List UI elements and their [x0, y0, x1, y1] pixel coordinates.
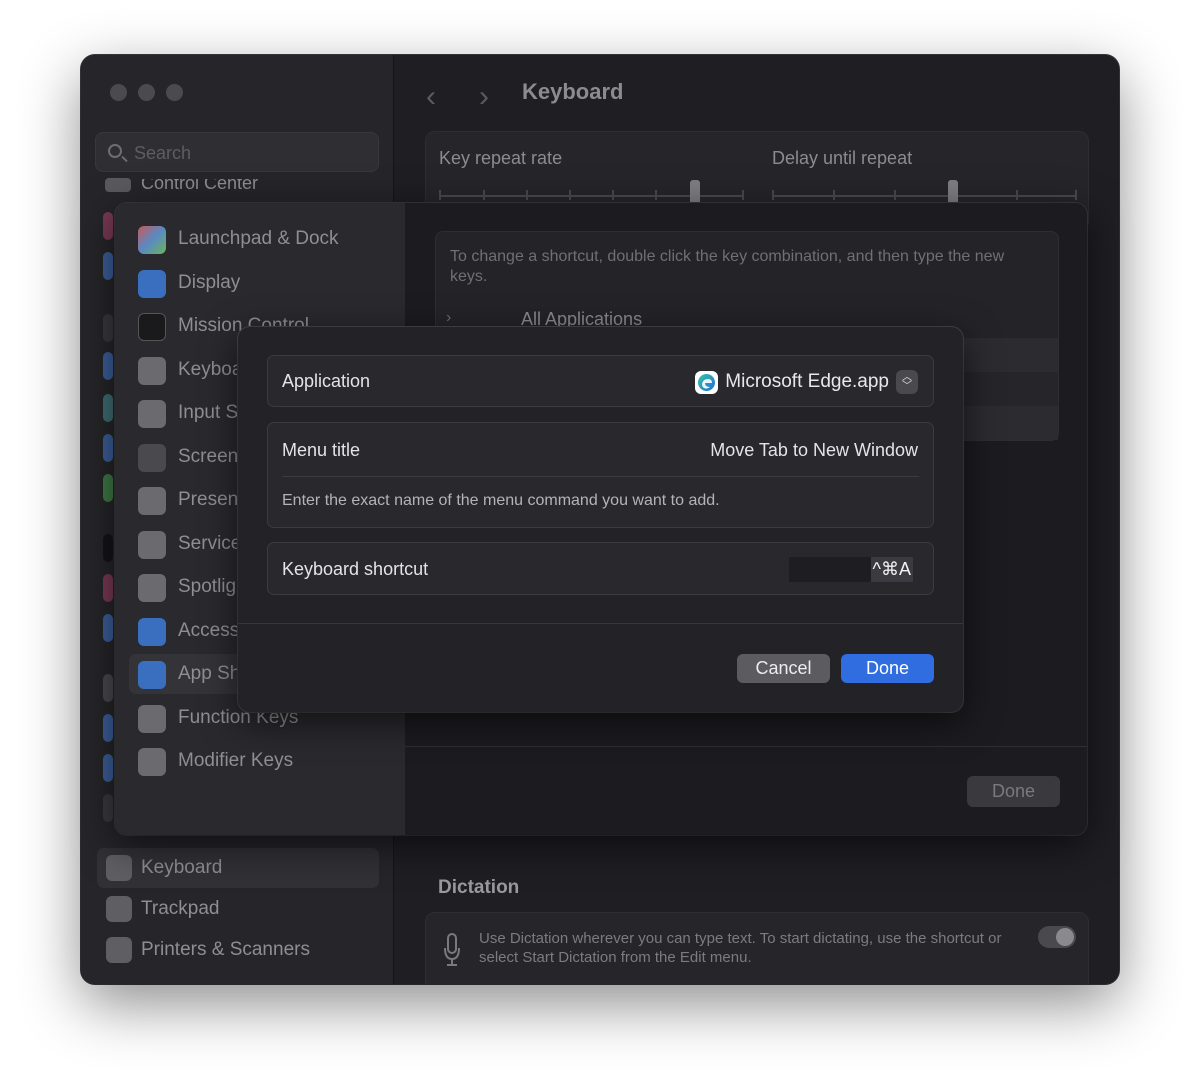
key-repeat-label: Key repeat rate — [439, 148, 563, 168]
application-value: Microsoft Edge.app — [725, 371, 889, 392]
key-repeat-knob[interactable] — [690, 180, 700, 204]
sidebar-icon-strip — [103, 754, 113, 782]
sidebar-icon-strip — [103, 394, 113, 422]
dictation-panel: Use Dictation wherever you can type text… — [425, 912, 1089, 984]
add-shortcut-dialog: Application Microsoft Edge.app ︿ ﹀ Menu … — [238, 327, 963, 712]
chevron-updown-icon[interactable]: ︿ ﹀ — [896, 370, 918, 394]
keyboard-icon — [106, 855, 132, 881]
keyboard-icon — [138, 357, 166, 385]
input-sources-icon — [138, 400, 166, 428]
sheet-item-modifier-keys[interactable]: Modifier Keys — [129, 741, 399, 781]
menu-title-label: Menu title — [282, 440, 361, 460]
application-field: Application Microsoft Edge.app ︿ ﹀ — [267, 355, 934, 407]
menu-title-field[interactable]: Menu title Move Tab to New Window Enter … — [267, 422, 934, 528]
app-shortcuts-icon — [138, 661, 166, 689]
sidebar-icon-strip — [103, 314, 113, 342]
minimize-button[interactable] — [138, 84, 155, 101]
presenter-icon — [138, 487, 166, 515]
modifier-keys-icon — [138, 748, 166, 776]
sidebar-icon-strip — [103, 212, 113, 240]
keyboard-shortcut-field: Keyboard shortcut ^⌘A — [267, 542, 934, 595]
printer-icon — [106, 937, 132, 963]
delay-repeat-slider[interactable] — [772, 195, 1077, 197]
divider — [405, 746, 1087, 747]
sidebar-item-keyboard[interactable]: Keyboard — [97, 848, 379, 888]
done-button[interactable]: Done — [841, 654, 934, 683]
search-icon — [108, 144, 122, 158]
display-icon — [138, 270, 166, 298]
chevron-right-icon[interactable]: › — [446, 309, 451, 327]
sheet-item-launchpad-dock[interactable]: Launchpad & Dock — [129, 219, 399, 259]
sidebar-item-label: Printers & Scanners — [141, 939, 310, 960]
screenshot-icon — [138, 444, 166, 472]
delay-repeat-knob[interactable] — [948, 180, 958, 204]
sidebar-icon-strip — [103, 252, 113, 280]
delay-repeat-label: Delay until repeat — [772, 148, 913, 168]
sidebar-item-label: Keyboard — [141, 857, 223, 878]
sidebar-icon-strip — [103, 794, 113, 822]
window-controls — [110, 84, 183, 101]
microsoft-edge-icon — [695, 370, 719, 394]
sidebar-item-control-center[interactable]: Control Center — [141, 179, 258, 194]
dictation-title: Dictation — [438, 877, 520, 898]
keyboard-shortcut-label: Keyboard shortcut — [282, 559, 429, 579]
mission-control-icon — [138, 313, 166, 341]
dictation-description: Use Dictation wherever you can type text… — [479, 930, 1002, 966]
close-button[interactable] — [110, 84, 127, 101]
accessibility-icon — [138, 618, 166, 646]
sidebar-icon-strip — [103, 714, 113, 742]
function-keys-icon — [138, 705, 166, 733]
sidebar-item-trackpad[interactable]: Trackpad — [97, 889, 379, 929]
divider — [238, 623, 963, 624]
sidebar-icon-strip — [103, 434, 113, 462]
sidebar-icon-strip — [103, 574, 113, 602]
application-select[interactable]: Microsoft Edge.app ︿ ﹀ — [695, 368, 918, 396]
keyboard-shortcut-input[interactable]: ^⌘A — [789, 557, 913, 582]
sheet-item-display[interactable]: Display — [129, 263, 399, 303]
sidebar-item-label: Trackpad — [141, 898, 220, 919]
microphone-icon — [444, 933, 460, 966]
sheet-item-label: Modifier Keys — [178, 750, 294, 771]
application-label: Application — [282, 371, 371, 391]
search-placeholder: Search — [134, 143, 192, 163]
sidebar-icon-strip — [103, 474, 113, 502]
shortcut-value: ^⌘A — [870, 557, 913, 582]
search-field[interactable]: Search — [95, 132, 379, 172]
page-title: Keyboard — [522, 79, 624, 104]
sidebar-icon-strip — [103, 534, 113, 562]
spotlight-icon — [138, 574, 166, 602]
back-button[interactable]: ‹ — [426, 80, 436, 114]
forward-button[interactable]: › — [479, 80, 489, 114]
sidebar-icon-strip — [103, 674, 113, 702]
zoom-button[interactable] — [166, 84, 183, 101]
services-icon — [138, 531, 166, 559]
sheet-item-label: Display — [178, 272, 241, 293]
divider — [282, 476, 919, 477]
dictation-toggle[interactable] — [1038, 926, 1076, 948]
cancel-button[interactable]: Cancel — [737, 654, 830, 683]
shortcut-hint: To change a shortcut, double click the k… — [450, 248, 1005, 285]
sheet-done-button[interactable]: Done — [967, 776, 1060, 807]
trackpad-icon — [106, 896, 132, 922]
sidebar-icon-strip — [103, 614, 113, 642]
sidebar-icon-strip — [103, 352, 113, 380]
control-center-icon — [105, 178, 131, 192]
launchpad-icon — [138, 226, 166, 254]
menu-title-input[interactable]: Move Tab to New Window — [710, 440, 918, 461]
sheet-item-label: Launchpad & Dock — [178, 228, 339, 249]
menu-title-help: Enter the exact name of the menu command… — [282, 492, 720, 509]
sidebar-item-printers-scanners[interactable]: Printers & Scanners — [97, 930, 379, 970]
